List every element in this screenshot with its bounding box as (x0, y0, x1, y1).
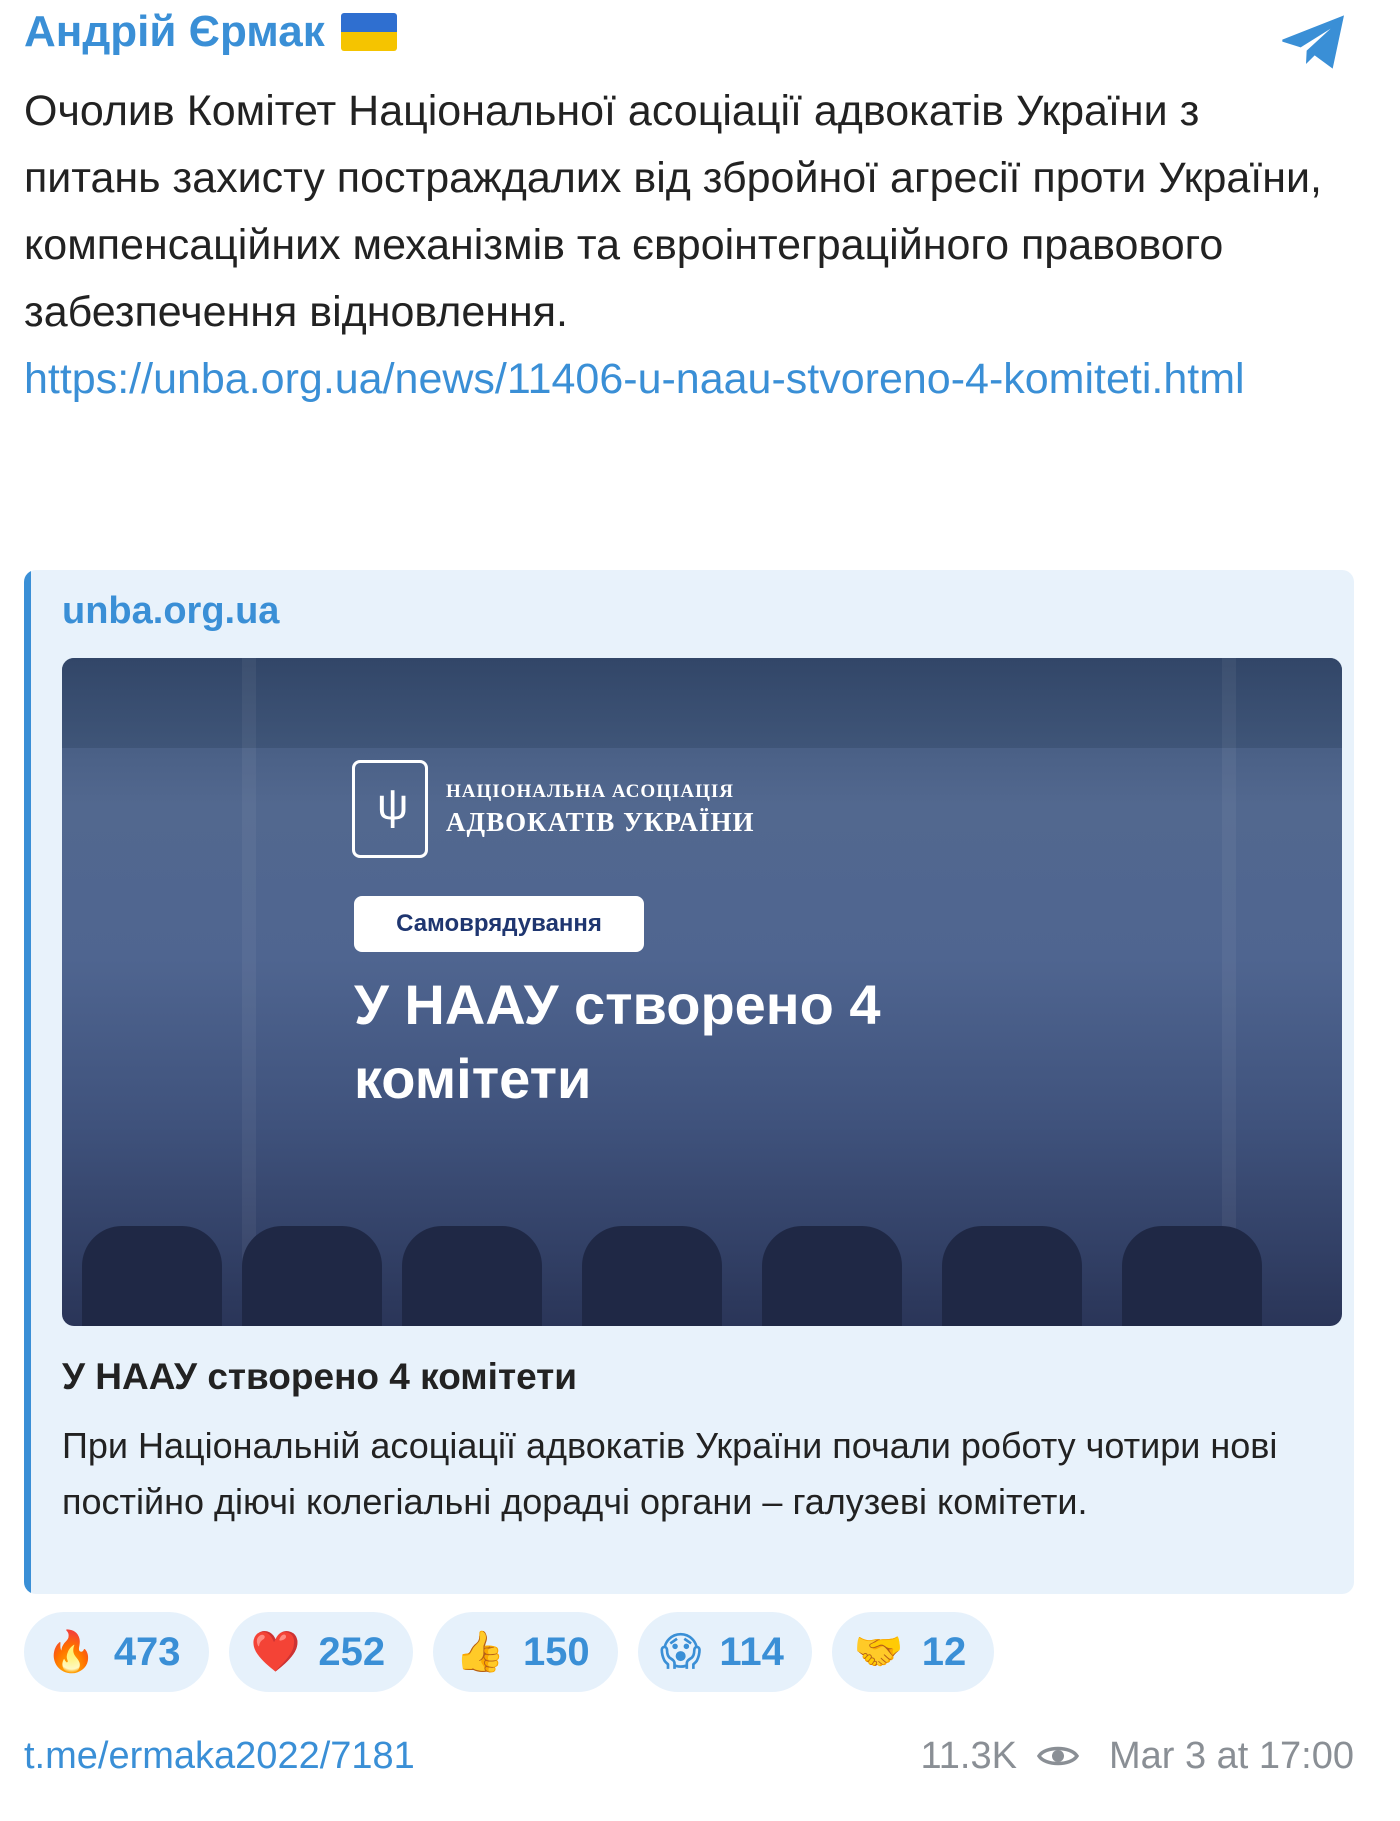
reaction-handshake[interactable]: 🤝 12 (831, 1612, 995, 1692)
fire-icon: 🔥 (46, 1630, 96, 1674)
handshake-icon: 🤝 (853, 1630, 904, 1674)
reaction-count: 114 (719, 1629, 784, 1674)
reaction-thumbs-up[interactable]: 👍 150 (433, 1612, 618, 1692)
message-text: Очолив Комітет Національної асоціації ад… (24, 87, 1322, 336)
telegram-icon (1282, 15, 1344, 69)
preview-title: У НААУ створено 4 комітети (62, 1356, 578, 1397)
logo-line-1: НАЦІОНАЛЬНА АСОЦІАЦІЯ (446, 780, 734, 802)
eye-icon (1036, 1746, 1079, 1766)
view-count: 11.3K (920, 1734, 1017, 1777)
preview-description: При Національній асоціації адвокатів Укр… (62, 1425, 1278, 1522)
thumbs-up-icon: 👍 (455, 1630, 505, 1674)
naau-logo: ψ НАЦІОНАЛЬНА АСОЦІАЦІЯ АДВОКАТІВ УКРАЇН… (352, 760, 755, 858)
category-badge: Самоврядування (354, 896, 644, 952)
heart-icon: ❤️ (250, 1630, 301, 1674)
reaction-count: 473 (113, 1629, 181, 1674)
reaction-heart[interactable]: ❤️ 252 (228, 1612, 414, 1692)
post-header: Андрій Єрмак (24, 0, 1354, 64)
telegram-post: Андрій Єрмак Очолив Комітет Національної… (24, 0, 1354, 1777)
preview-site-name[interactable]: unba.org.ua (62, 590, 279, 633)
post-footer: t.me/ermaka2022/7181 11.3K Mar 3 at 17:0… (24, 1728, 1354, 1784)
image-headline: У НААУ створено 4 комітети (354, 973, 881, 1110)
auditorium-chairs (62, 1216, 1342, 1326)
reaction-count: 252 (318, 1629, 386, 1674)
link-preview[interactable]: unba.org.ua ψ НАЦІОНАЛЬНА АСОЦІАЦІЯ АДВО… (24, 570, 1354, 1594)
reaction-count: 12 (921, 1629, 967, 1674)
reaction-fire[interactable]: 🔥 473 (24, 1612, 209, 1692)
reaction-scream[interactable]: 😱 114 (637, 1612, 812, 1692)
reactions-bar: 🔥 473 ❤️ 252 👍 150 😱 114 🤝 12 (24, 1612, 995, 1692)
scroll-emblem-icon: ψ (352, 760, 428, 858)
author-label: Андрій Єрмак (24, 7, 325, 56)
ukraine-flag-icon (340, 13, 397, 51)
reaction-count: 150 (522, 1629, 590, 1674)
scream-icon: 😱 (659, 1630, 702, 1674)
preview-accent-bar (24, 570, 31, 1594)
post-meta: 11.3K Mar 3 at 17:00 (920, 1735, 1354, 1778)
preview-image[interactable]: ψ НАЦІОНАЛЬНА АСОЦІАЦІЯ АДВОКАТІВ УКРАЇН… (62, 658, 1342, 1326)
message-link[interactable]: https://unba.org.ua/news/11406-u-naau-st… (24, 346, 1324, 413)
logo-line-2: АДВОКАТІВ УКРАЇНИ (446, 806, 755, 837)
post-link[interactable]: t.me/ermaka2022/7181 (24, 1735, 415, 1778)
timestamp: Mar 3 at 17:00 (1108, 1734, 1354, 1777)
author-name[interactable]: Андрій Єрмак (24, 7, 397, 57)
